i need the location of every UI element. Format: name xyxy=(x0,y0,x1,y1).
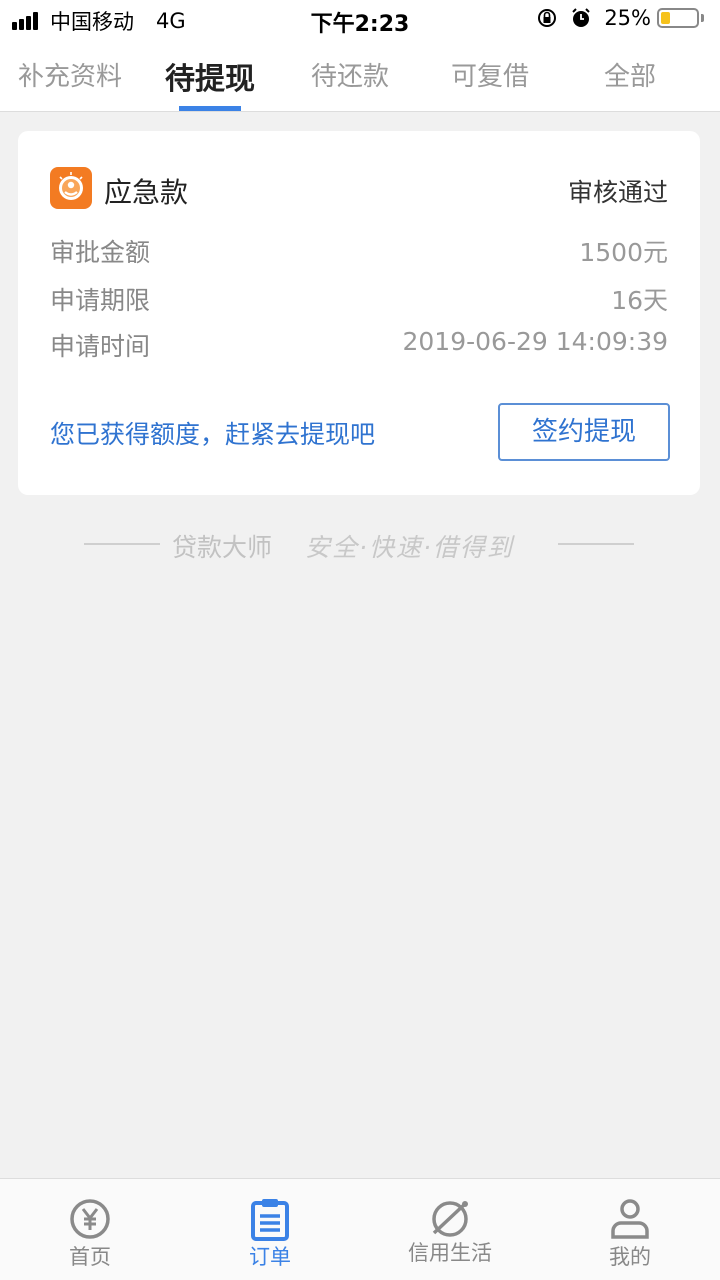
bottom-nav: 首页 订单 信用生活 我的 xyxy=(0,1178,720,1280)
tab-label: 可复借 xyxy=(450,62,529,92)
order-card-header: 应急款 审核通过 xyxy=(50,167,668,209)
tab-pending-withdrawal[interactable]: 待提现 xyxy=(140,40,280,111)
apply-time-row: 申请时间 2019-06-29 14:09:39 xyxy=(50,327,668,363)
battery-icon xyxy=(657,8,704,28)
row-label: 申请期限 xyxy=(50,286,151,315)
row-label: 申请时间 xyxy=(50,332,151,361)
nav-orders[interactable]: 订单 xyxy=(180,1179,360,1280)
review-status: 审核通过 xyxy=(567,178,668,207)
divider xyxy=(84,543,160,545)
row-value: 1500元 xyxy=(579,238,668,267)
tab-pending-repayment[interactable]: 待还款 xyxy=(280,40,420,111)
app-name: 应急款 xyxy=(104,176,189,209)
user-icon xyxy=(611,1199,649,1239)
brand-motto: 安全·快速·借得到 xyxy=(305,533,514,562)
row-label: 审批金额 xyxy=(50,238,151,267)
nav-label: 订单 xyxy=(249,1245,291,1269)
yen-icon xyxy=(70,1199,110,1239)
tab-label: 待还款 xyxy=(310,62,389,92)
alarm-icon xyxy=(572,8,591,27)
credit-promo-text: 您已获得额度，赶紧去提现吧 xyxy=(50,420,376,449)
tab-reborrow[interactable]: 可复借 xyxy=(420,40,560,111)
sign-withdraw-button[interactable]: 签约提现 xyxy=(498,403,670,461)
battery-percent: 25% xyxy=(604,6,651,30)
order-card: 应急款 审核通过 审批金额 1500元 申请期限 16天 申请时间 2019-0… xyxy=(18,131,700,495)
slogan: 贷款大师 安全·快速·借得到 xyxy=(0,528,720,562)
tab-label: 全部 xyxy=(603,62,656,92)
nav-mine[interactable]: 我的 xyxy=(540,1179,720,1280)
tab-supplement-info[interactable]: 补充资料 xyxy=(0,40,140,111)
nav-home[interactable]: 首页 xyxy=(0,1179,180,1280)
row-value: 2019-06-29 14:09:39 xyxy=(402,327,668,356)
approved-amount-row: 审批金额 1500元 xyxy=(50,233,668,269)
status-bar: 中国移动 4G 下午2:23 25% xyxy=(0,0,720,40)
loan-term-row: 申请期限 16天 xyxy=(50,281,668,317)
status-right: 25% xyxy=(536,6,704,30)
nav-label: 信用生活 xyxy=(408,1241,492,1265)
order-clipboard-icon xyxy=(251,1199,289,1241)
app-logo-icon xyxy=(50,167,92,209)
divider xyxy=(558,543,634,545)
planet-icon xyxy=(432,1201,468,1237)
rotation-lock-icon xyxy=(538,9,557,27)
tab-label: 待提现 xyxy=(165,62,255,97)
brand-name: 贷款大师 xyxy=(172,533,273,562)
nav-credit-life[interactable]: 信用生活 xyxy=(360,1179,540,1280)
nav-label: 首页 xyxy=(69,1245,111,1269)
row-value: 16天 xyxy=(611,286,668,315)
tab-label: 补充资料 xyxy=(17,62,122,92)
tab-all[interactable]: 全部 xyxy=(560,40,700,111)
nav-label: 我的 xyxy=(609,1245,651,1269)
active-tab-indicator xyxy=(179,106,241,111)
order-tabs: 补充资料 待提现 待还款 可复借 全部 xyxy=(0,40,720,112)
